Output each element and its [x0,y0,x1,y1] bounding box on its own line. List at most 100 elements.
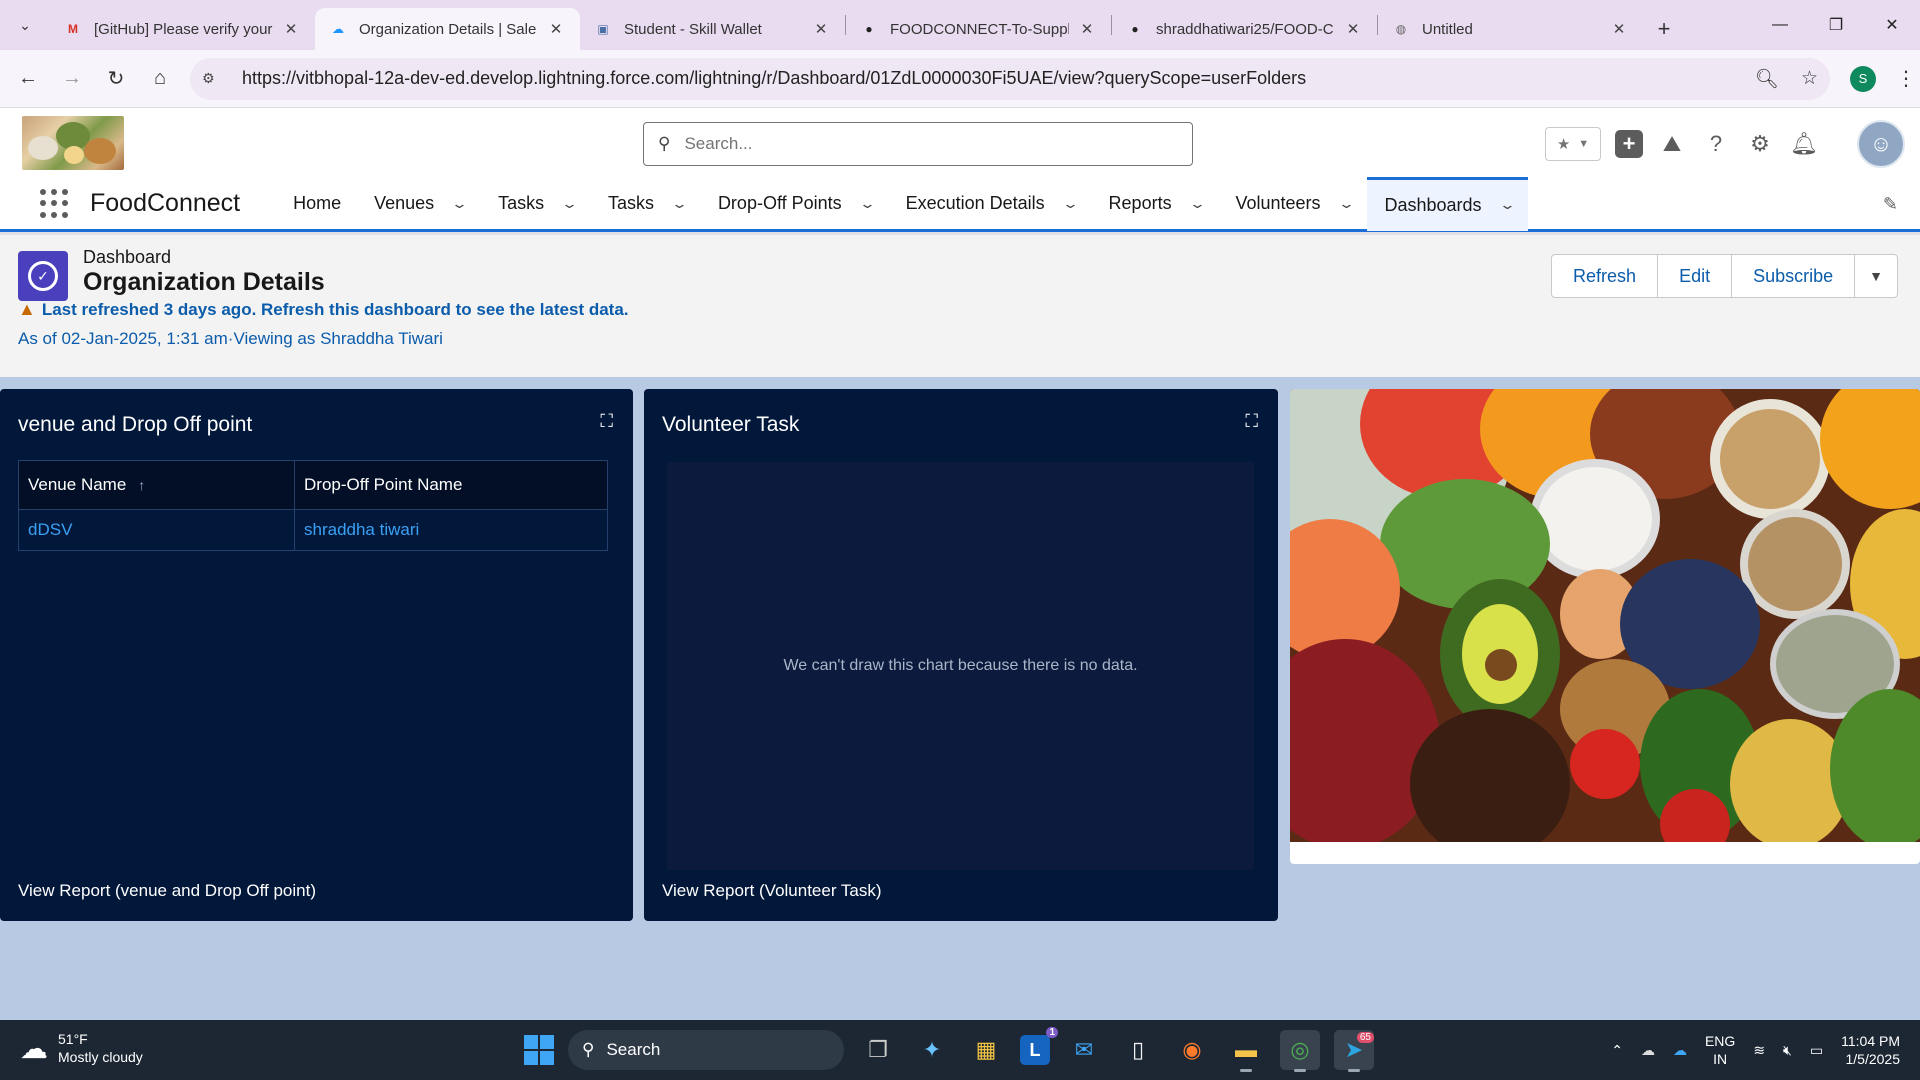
firefox-icon[interactable]: ◉ [1172,1030,1212,1070]
copilot-icon[interactable]: ✦ [912,1030,952,1070]
global-actions-plus-icon[interactable]: + [1615,130,1643,158]
app-launcher-icon[interactable] [40,188,70,219]
close-window-icon[interactable]: ✕ [1864,0,1920,50]
reload-icon[interactable]: ↻ [94,57,138,101]
onedrive-cloud-icon[interactable]: ☁ [1641,1042,1655,1059]
telegram-icon[interactable]: ➤ 65 [1334,1030,1374,1072]
as-of-timestamp: As of 02-Jan-2025, 1:31 am·Viewing as Sh… [18,329,443,348]
nav-item-tasks[interactable]: Tasks ⌄ [481,178,591,229]
chevron-down-icon[interactable]: ⌄ [561,196,578,212]
browser-tab-active[interactable]: ☁ Organization Details | Sale ✕ [315,8,580,50]
nav-item-drop-off-points[interactable]: Drop-Off Points ⌄ [701,178,889,229]
favorites-button[interactable]: ★ ▼ [1545,127,1601,161]
global-search-input[interactable]: ⚲ Search... [643,122,1193,166]
tab-title: Student - Skill Wallet [624,20,762,38]
venue-name-link[interactable]: dDSV [18,509,295,551]
input-language[interactable]: ENG IN [1705,1032,1735,1068]
battery-icon[interactable]: ▭ [1810,1042,1823,1059]
browser-tab[interactable]: ● shraddhatiwari25/FOOD-C ✕ [1112,8,1377,50]
linkedin-learning-icon[interactable]: L1 [1020,1027,1058,1065]
clock[interactable]: 11:04 PM 1/5/2025 [1841,1032,1900,1068]
browser-menu-icon[interactable]: ⋮ [1896,66,1916,91]
github-icon: ● [1131,22,1139,36]
page-title: Organization Details [83,268,325,296]
chrome-icon[interactable]: ◎ [1280,1030,1320,1072]
edit-nav-pencil-icon[interactable]: ✎ [1883,194,1898,215]
minimize-icon[interactable]: — [1752,0,1808,50]
muted-speaker-icon[interactable]: 🔇︎ [1783,1042,1792,1059]
subscribe-button[interactable]: Subscribe [1732,255,1856,297]
close-tab-icon[interactable]: ✕ [1343,20,1363,38]
url-text[interactable]: https://vitbhopal-12a-dev-ed.develop.lig… [242,68,1755,89]
home-icon[interactable]: ⌂ [138,57,182,101]
nav-item-dashboards[interactable]: Dashboards ⌄ [1367,176,1529,231]
region-code: IN [1713,1051,1728,1067]
nav-item-volunteers[interactable]: Volunteers ⌄ [1218,178,1367,229]
close-tab-icon[interactable]: ✕ [811,20,831,38]
language-code: ENG [1704,1033,1736,1049]
onedrive-blue-cloud-icon[interactable]: ☁ [1673,1042,1687,1059]
chevron-down-icon[interactable]: ⌄ [1337,196,1354,212]
chevron-down-icon[interactable]: ⌄ [451,196,468,212]
browser-tab[interactable]: M [GitHub] Please verify your ✕ [50,8,315,50]
help-icon[interactable]: ? [1701,129,1731,159]
profile-avatar[interactable]: S [1850,65,1876,92]
record-type-label: Dashboard [83,247,172,267]
task-view-icon[interactable]: ❐ [858,1030,898,1070]
edit-button[interactable]: Edit [1658,255,1733,297]
notifications-bell-icon[interactable]: 🔔︎ [1789,129,1819,159]
chevron-down-icon[interactable]: ⌄ [1061,196,1078,212]
windows-start-icon[interactable] [524,1035,554,1065]
nav-item-tasks-2[interactable]: Tasks ⌄ [591,178,701,229]
expand-icon[interactable]: ⛶ [1245,411,1258,432]
close-tab-icon[interactable]: ✕ [1077,20,1097,38]
restore-icon[interactable]: ❐ [1808,0,1864,50]
cloudy-weather-icon: ☁ [20,1032,48,1064]
column-header[interactable]: Drop-Off Point Name [294,460,608,510]
trailhead-icon[interactable]: ⛰ [1657,129,1687,159]
browser-tab[interactable]: ▣ Student - Skill Wallet ✕ [580,8,845,50]
close-tab-icon[interactable]: ✕ [1609,20,1629,38]
globe-icon: ◍ [1395,22,1407,36]
close-tab-icon[interactable]: ✕ [281,20,301,38]
expand-icon[interactable]: ⛶ [600,411,613,432]
user-avatar[interactable]: ☺ [1857,120,1905,168]
weather-widget[interactable]: ☁ 51°F Mostly cloudy [20,1030,143,1066]
column-header[interactable]: Venue Name ↑ [18,460,295,510]
refresh-button[interactable]: Refresh [1552,255,1659,297]
notification-badge: 1 [1046,1027,1058,1038]
forward-icon[interactable]: → [50,57,94,101]
drop-off-point-link[interactable]: shraddha tiwari [294,509,608,551]
chevron-down-icon[interactable]: ⌄ [671,196,688,212]
chevron-down-icon[interactable]: ⌄ [1188,196,1205,212]
notepad-file-icon[interactable]: ▯ [1118,1030,1158,1070]
nav-item-execution-details[interactable]: Execution Details ⌄ [889,178,1092,229]
org-logo-image[interactable] [22,116,124,170]
venue-dropoff-table: Venue Name ↑ Drop-Off Point Name dDSV shr… [18,460,608,551]
site-info-icon[interactable]: ⚙ [202,70,228,87]
url-omnibox[interactable]: ⚙ https://vitbhopal-12a-dev-ed.develop.l… [190,57,1830,100]
zoom-icon[interactable]: 🔍︎ [1755,67,1779,91]
chevron-down-icon[interactable]: ⌄ [858,196,875,212]
mail-icon[interactable]: ✉ [1064,1030,1104,1070]
view-report-link[interactable]: View Report (Volunteer Task) [662,881,882,901]
close-tab-icon[interactable]: ✕ [546,20,566,38]
wifi-icon[interactable]: ≋ [1753,1042,1765,1059]
new-tab-icon[interactable]: + [1643,8,1685,50]
file-explorer-icon[interactable]: ▬ [1226,1030,1266,1072]
nav-item-reports[interactable]: Reports ⌄ [1092,178,1219,229]
view-report-link[interactable]: View Report (venue and Drop Off point) [18,881,316,901]
back-icon[interactable]: ← [6,57,50,101]
bookmark-star-icon[interactable]: ☆ [1801,67,1818,91]
setup-gear-icon[interactable]: ⚙ [1745,129,1775,159]
browser-tab[interactable]: ● FOODCONNECT-To-Supply ✕ [846,8,1111,50]
browser-tab[interactable]: ◍ Untitled ✕ [1378,8,1643,50]
microsoft-store-icon[interactable]: ▦ [966,1030,1006,1070]
chevron-down-icon[interactable]: ⌄ [1498,197,1515,213]
taskbar-search[interactable]: ⚲ Search [568,1030,844,1070]
nav-item-home[interactable]: Home [276,178,357,229]
nav-item-venues[interactable]: Venues ⌄ [357,178,481,229]
tray-overflow-chevron-icon[interactable]: ⌃ [1611,1042,1623,1059]
tab-search-chevron-icon[interactable]: ⌄ [0,0,50,50]
more-actions-chevron-icon[interactable]: ▼ [1855,255,1897,297]
